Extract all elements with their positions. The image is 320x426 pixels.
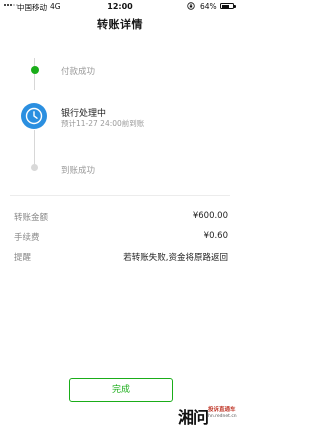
step-payment-success: 付款成功: [61, 67, 96, 77]
reminder-label: 提醒: [14, 253, 32, 263]
watermark-name: 投诉直通车: [208, 407, 236, 413]
fee-label: 手续费: [14, 233, 40, 243]
transfer-amount-value: ¥600.00: [192, 211, 228, 221]
page-title: 转账详情: [97, 18, 143, 31]
status-bar: 中国移动 4G 12:00 64%: [0, 0, 240, 14]
pending-dot-icon: [31, 164, 38, 171]
watermark-url: hn.rednet.cn: [208, 414, 237, 419]
rotation-lock-icon: [187, 2, 195, 10]
step-expected-arrival: 预计11-27 24:00前到账: [61, 119, 145, 128]
step-arrival-success: 到账成功: [61, 166, 96, 176]
timeline-connector: [34, 58, 35, 90]
watermark-logo: 湘问 投诉直通车 hn.rednet.cn: [178, 404, 238, 426]
clock-icon: [21, 103, 47, 129]
battery-percent: 64%: [200, 2, 217, 11]
divider: [10, 195, 230, 196]
transfer-amount-label: 转账金额: [14, 213, 49, 223]
watermark-mark: 湘问: [178, 408, 209, 426]
fee-value: ¥0.60: [203, 231, 228, 241]
done-button[interactable]: 完成: [69, 378, 173, 402]
reminder-value: 若转账失败,资金将原路返回: [123, 253, 228, 263]
check-dot-icon: [31, 66, 39, 74]
battery-icon: [220, 3, 236, 9]
timeline-connector: [34, 130, 35, 165]
